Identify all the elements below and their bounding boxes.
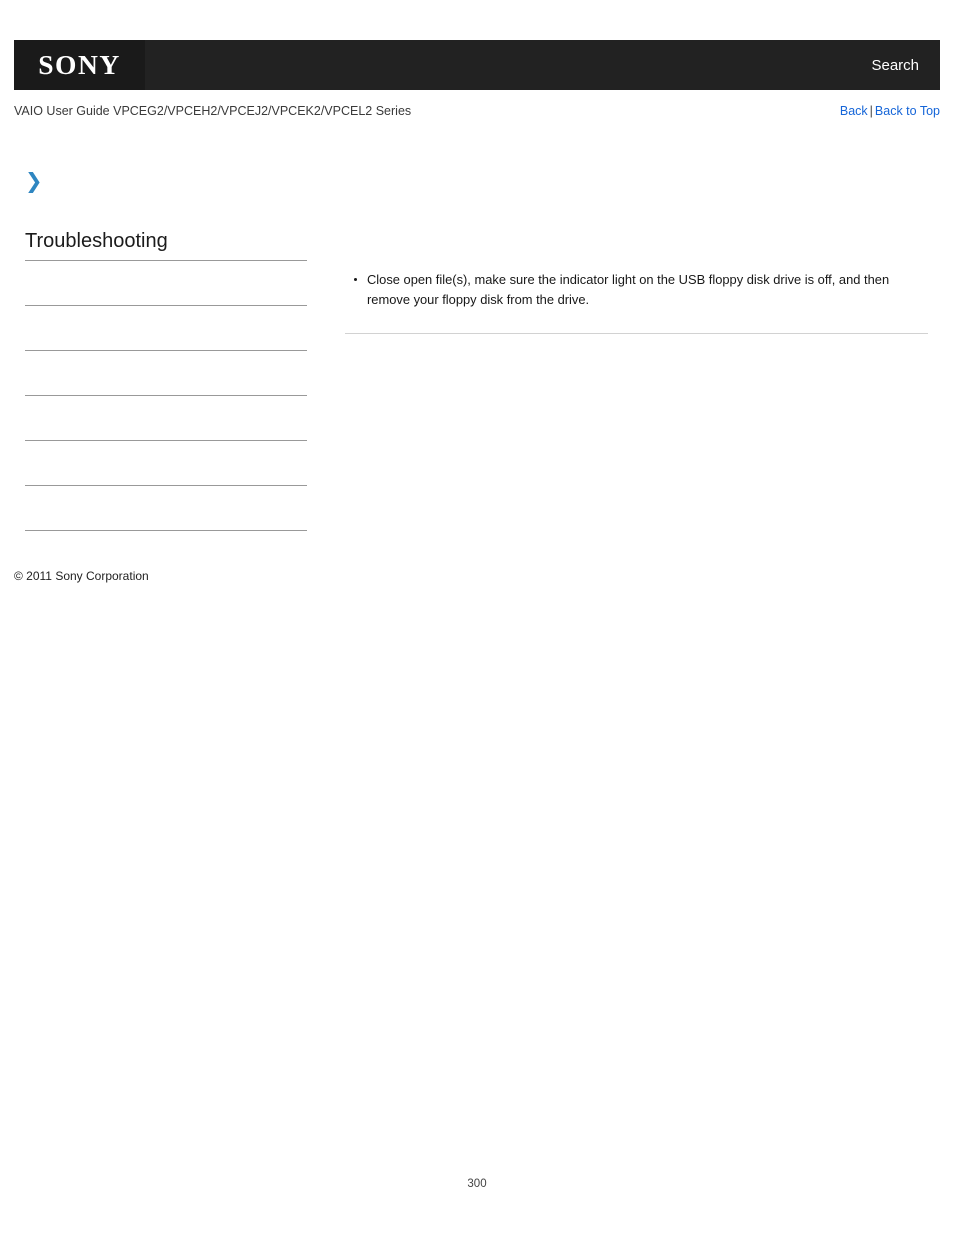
instruction-list: Close open file(s), make sure the indica… (345, 270, 928, 310)
chevron-right-icon[interactable]: ❯ (25, 171, 45, 192)
breadcrumb-title: VAIO User Guide VPCEG2/VPCEH2/VPCEJ2/VPC… (14, 104, 412, 118)
sidebar-item-2[interactable] (25, 305, 307, 350)
page-number: 300 (467, 1178, 487, 1190)
nav-separator: | (869, 104, 873, 118)
search-link[interactable]: Search (871, 57, 940, 74)
sidebar-item-1[interactable] (25, 260, 307, 305)
header-nav-links: Back | Back to Top (840, 104, 940, 118)
main-content: Close open file(s), make sure the indica… (345, 270, 928, 334)
copyright-notice: © 2011 Sony Corporation (14, 569, 149, 583)
breadcrumb-row: VAIO User Guide VPCEG2/VPCEH2/VPCEJ2/VPC… (14, 102, 940, 120)
sidebar-item-6[interactable] (25, 485, 307, 530)
back-link[interactable]: Back (840, 104, 868, 118)
site-header: SONY Search (14, 40, 940, 90)
sidebar-item-3[interactable] (25, 350, 307, 395)
sidebar-menu (25, 260, 307, 575)
back-to-top-link[interactable]: Back to Top (875, 104, 940, 118)
page-title: Troubleshooting (25, 230, 168, 252)
sony-logo[interactable]: SONY (14, 40, 145, 90)
sidebar: Troubleshooting (25, 228, 307, 575)
sidebar-item-5[interactable] (25, 440, 307, 485)
list-item: Close open file(s), make sure the indica… (354, 270, 928, 310)
content-divider (345, 333, 928, 334)
sony-logo-text: SONY (38, 49, 121, 80)
sidebar-item-4[interactable] (25, 395, 307, 440)
